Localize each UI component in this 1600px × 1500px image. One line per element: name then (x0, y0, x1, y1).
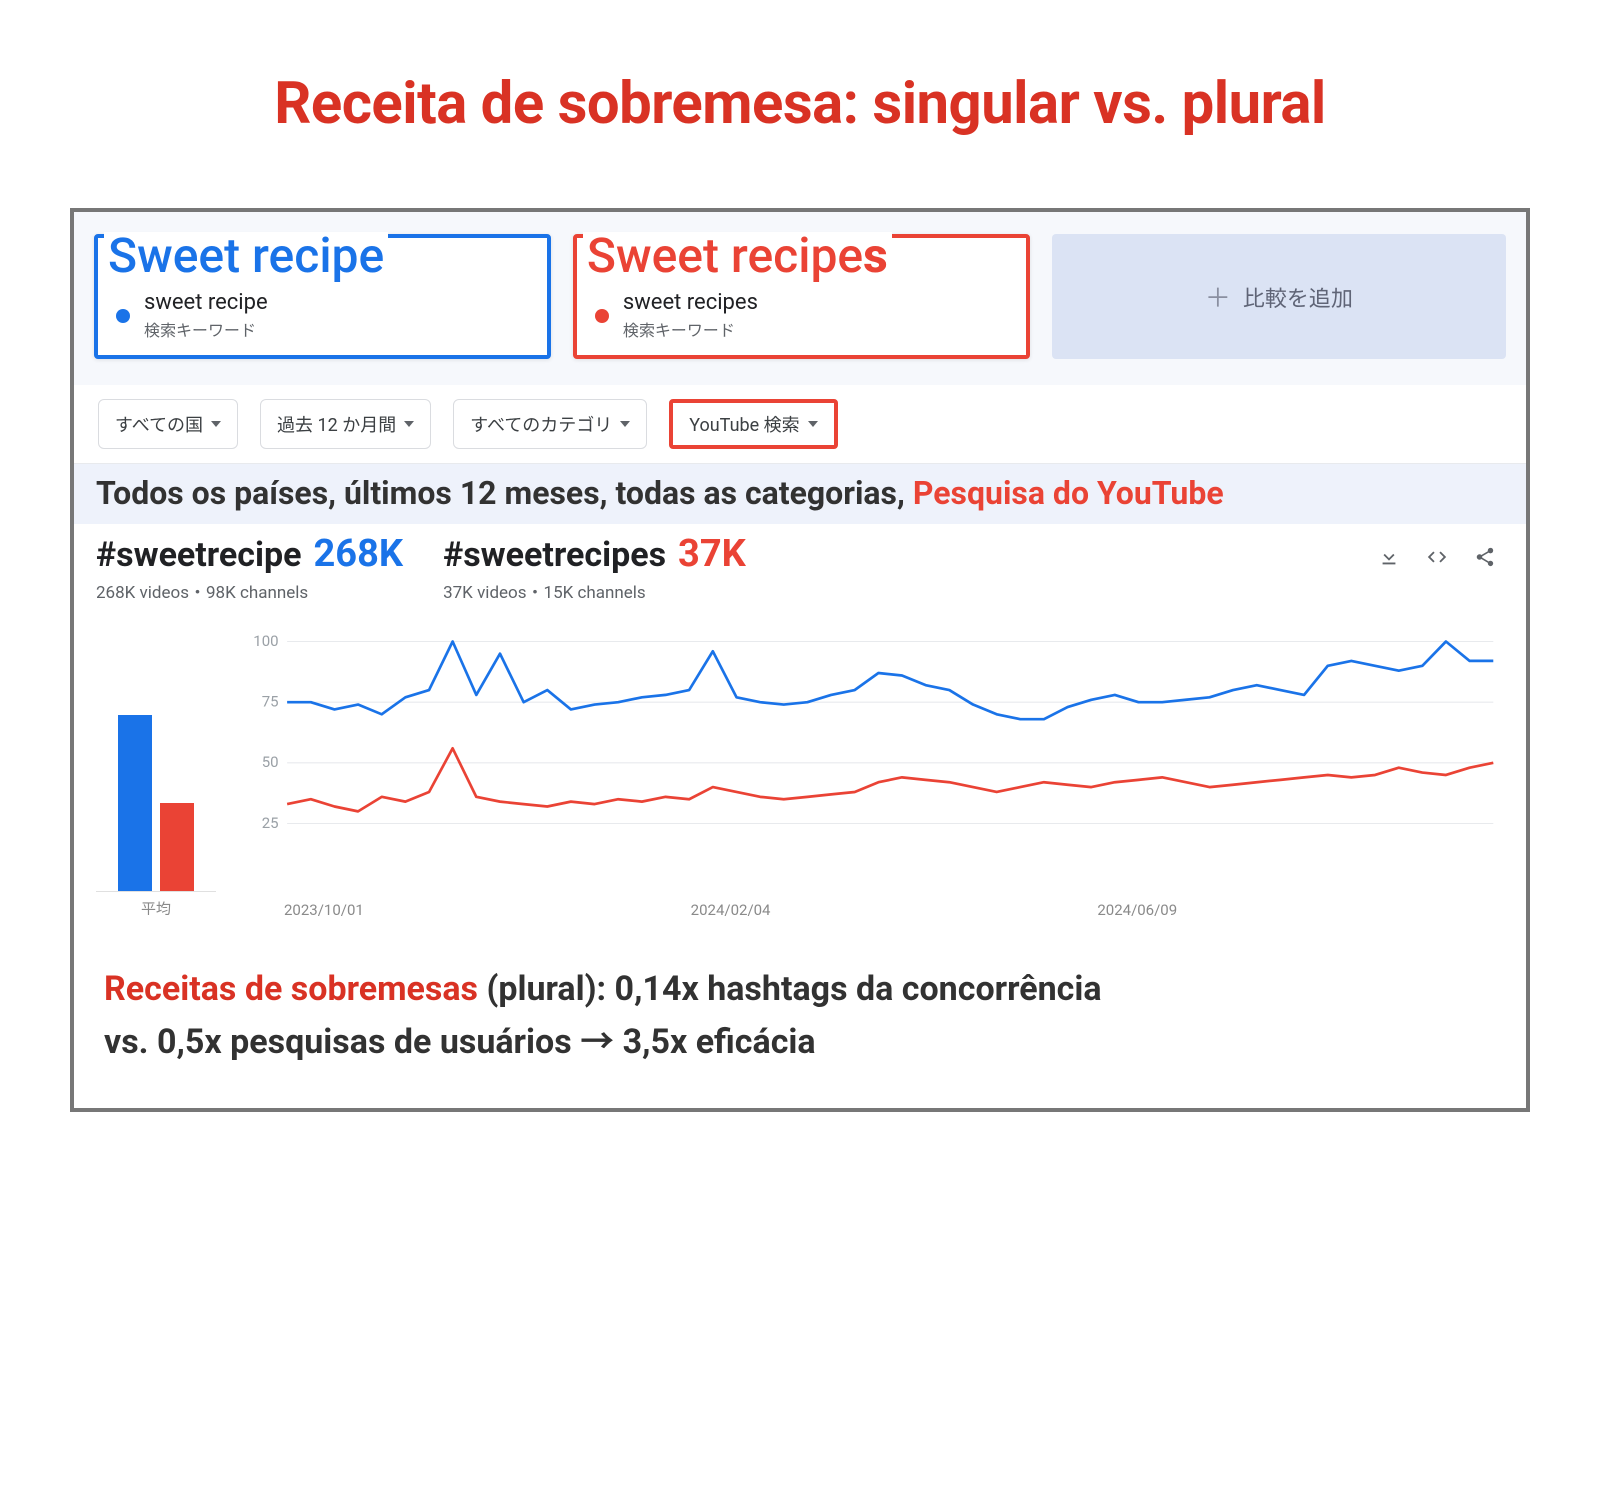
filter-country[interactable]: すべての国 (98, 399, 238, 449)
trends-panel: Sweet recipe sweet recipe 検索キーワード Sweet … (70, 208, 1530, 1112)
compare-card-term1[interactable]: Sweet recipe sweet recipe 検索キーワード (94, 234, 551, 359)
compare-card-term2[interactable]: Sweet recipes sweet recipes 検索キーワード (573, 234, 1030, 359)
svg-text:50: 50 (262, 753, 279, 771)
avg-label: 平均 (96, 898, 216, 919)
add-compare-label: 比較を追加 (1243, 281, 1353, 313)
filter-annotation: Todos os países, últimos 12 meses, todas… (74, 464, 1526, 524)
stats-row: #sweetrecipe 268K 268K videos・98K channe… (74, 524, 1526, 605)
stat-sub-term1: 268K videos・98K channels (96, 578, 403, 603)
conclusion-text: Receitas de sobremesas (plural): 0,14x h… (74, 929, 1526, 1108)
chevron-down-icon (808, 421, 818, 427)
embed-icon[interactable] (1426, 546, 1448, 572)
overlay-label-term1: Sweet recipe (104, 232, 388, 280)
hashtag-term1: #sweetrecipe (96, 535, 302, 575)
share-icon[interactable] (1474, 546, 1496, 572)
stat-term1: #sweetrecipe 268K 268K videos・98K channe… (96, 532, 403, 603)
stat-term2: #sweetrecipes 37K 37K videos・15K channel… (443, 532, 746, 603)
avg-bar-chart: 平均 (96, 672, 216, 919)
plus-icon: ＋ (1205, 278, 1231, 315)
avg-bar-term1 (118, 715, 152, 891)
add-compare-button[interactable]: ＋ 比較を追加 (1052, 234, 1506, 359)
term2-sub: 検索キーワード (623, 317, 758, 341)
chart-area: 平均 25 50 75 100 2023/10/01 2024/02/04 2024/… (74, 605, 1526, 929)
avg-bar-term2 (160, 803, 194, 891)
svg-text:75: 75 (262, 692, 279, 710)
svg-text:100: 100 (253, 635, 278, 650)
hashtag-term2: #sweetrecipes (443, 535, 666, 575)
filter-source[interactable]: YouTube 検索 (669, 399, 837, 449)
series-dot-red (595, 309, 609, 323)
x-tick: 2024/06/09 (1097, 901, 1504, 919)
trend-line-chart: 25 50 75 100 2023/10/01 2024/02/04 2024/06/… (240, 635, 1504, 919)
chevron-down-icon (620, 421, 630, 427)
stat-sub-term2: 37K videos・15K channels (443, 578, 746, 603)
term1-sub: 検索キーワード (144, 317, 268, 341)
series-dot-blue (116, 309, 130, 323)
term2-text: sweet recipes (623, 290, 758, 315)
x-tick: 2024/02/04 (691, 901, 1098, 919)
svg-text:25: 25 (262, 814, 279, 832)
compare-row: Sweet recipe sweet recipe 検索キーワード Sweet … (74, 212, 1526, 385)
page-title: Receita de sobremesa: singular vs. plura… (70, 70, 1530, 138)
filters-row: すべての国 過去 12 か月間 すべてのカテゴリ YouTube 検索 (74, 385, 1526, 464)
filter-period[interactable]: 過去 12 か月間 (260, 399, 431, 449)
overlay-label-term2: Sweet recipes (583, 232, 892, 280)
term1-text: sweet recipe (144, 290, 268, 315)
filter-category[interactable]: すべてのカテゴリ (453, 399, 647, 449)
x-tick: 2023/10/01 (284, 901, 691, 919)
chevron-down-icon (404, 421, 414, 427)
count-term2: 37K (678, 532, 746, 576)
count-term1: 268K (314, 532, 404, 576)
chevron-down-icon (211, 421, 221, 427)
download-icon[interactable] (1378, 546, 1400, 572)
